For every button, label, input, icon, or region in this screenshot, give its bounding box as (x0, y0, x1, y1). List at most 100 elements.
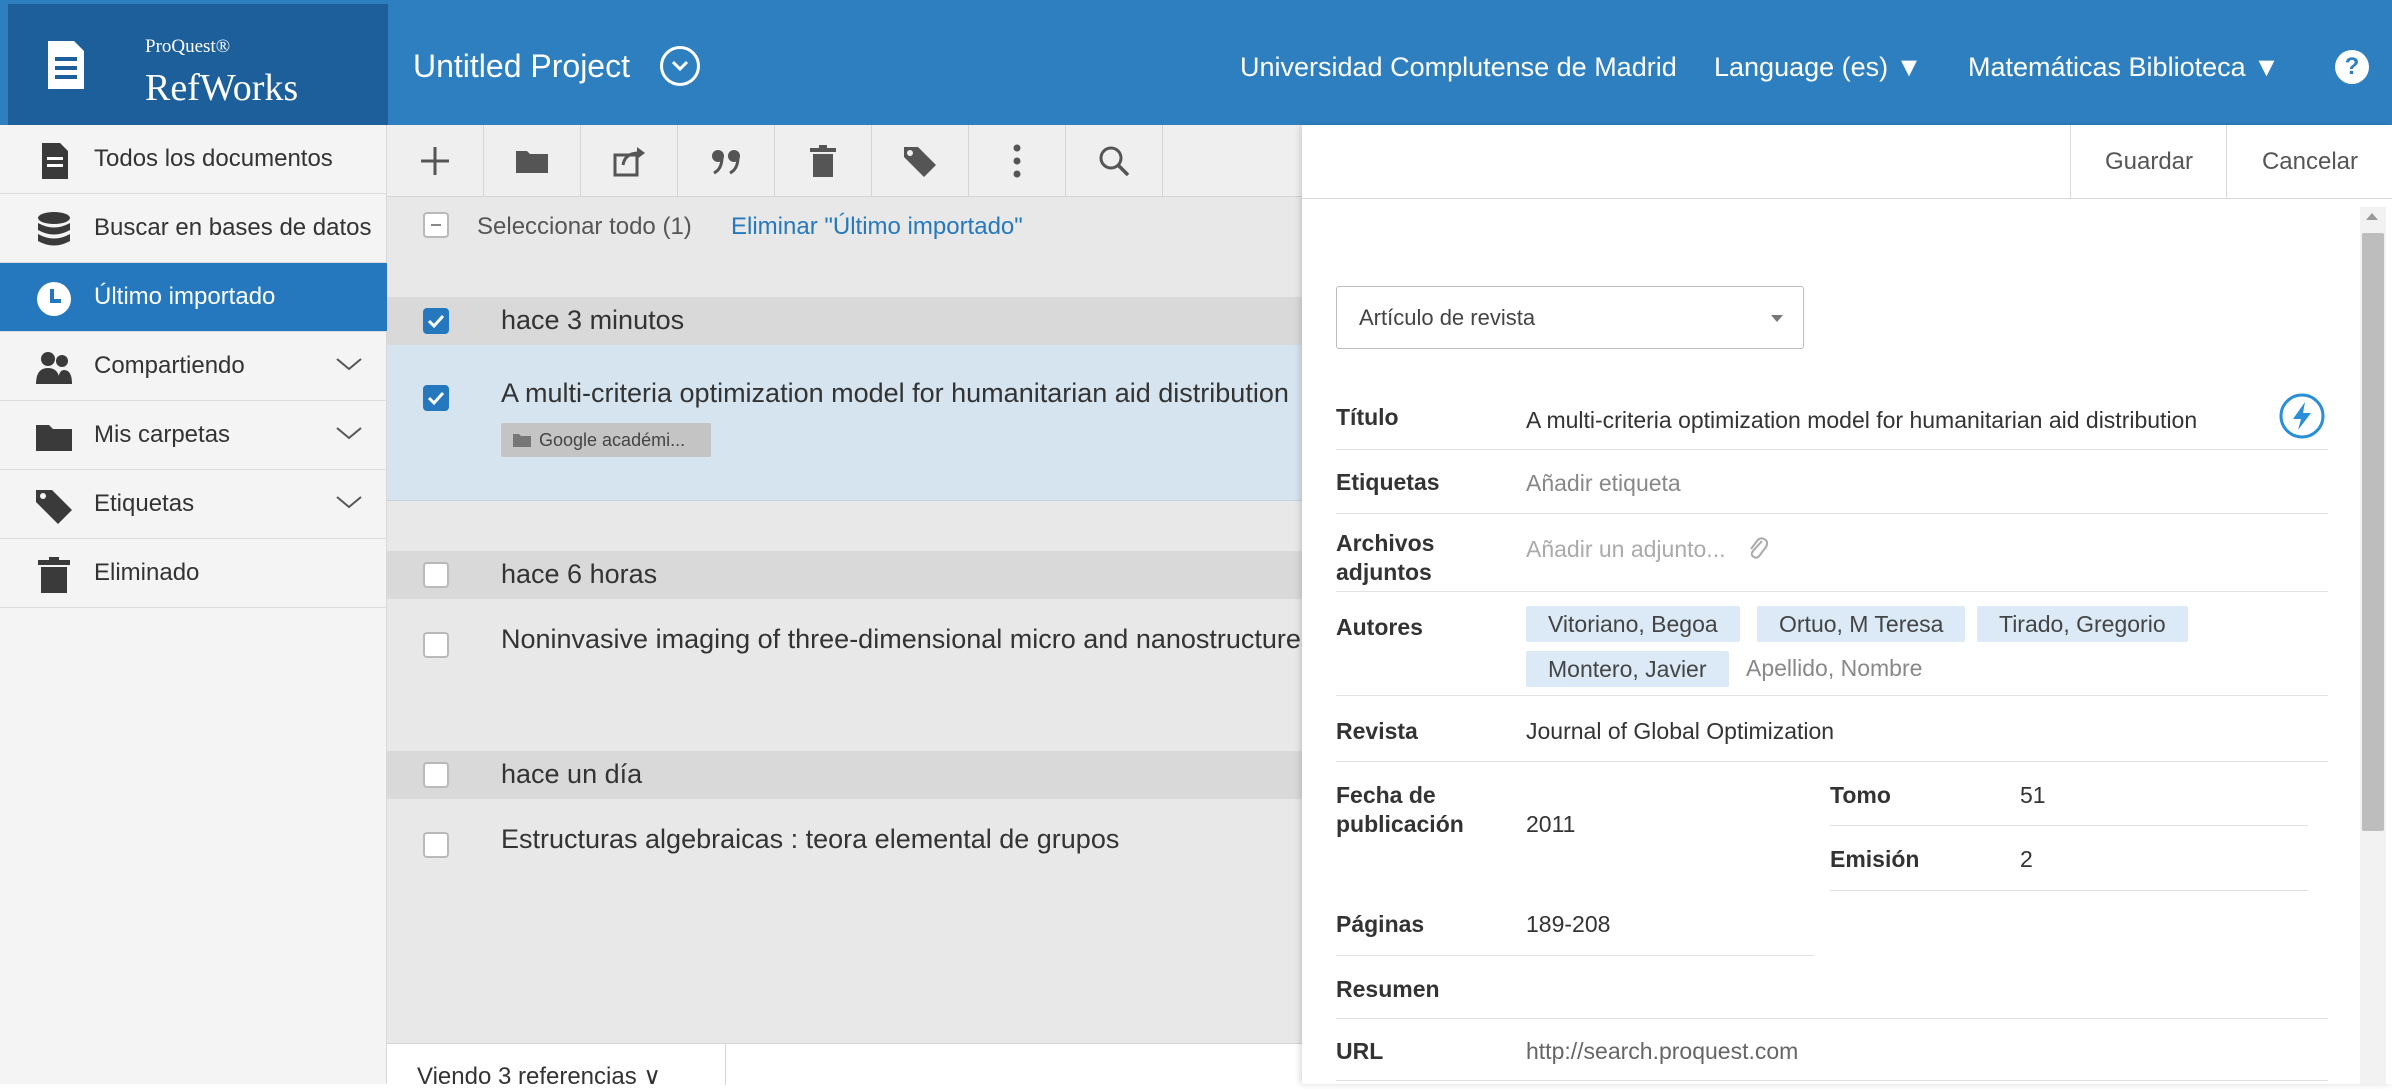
tag-icon (36, 490, 72, 524)
volume-field[interactable]: 51 (2020, 782, 2046, 809)
author-chip[interactable]: Ortuo, M Teresa (1757, 606, 1966, 642)
reference-type-select[interactable]: Artículo de revista (1336, 286, 1804, 349)
divider (1830, 825, 2308, 826)
quote-icon (712, 150, 740, 175)
select-all-label[interactable]: Seleccionar todo (1) (477, 213, 692, 241)
cancel-button[interactable]: Cancelar (2226, 125, 2392, 198)
group-header: hace 6 horas (387, 551, 1302, 599)
title-label: Título (1336, 404, 1399, 430)
author-input[interactable]: Apellido, Nombre (1746, 655, 1922, 682)
url-label: URL (1336, 1038, 1384, 1064)
lightning-icon[interactable] (2279, 393, 2325, 439)
divider (1336, 449, 2328, 450)
item-checkbox[interactable] (423, 632, 449, 658)
top-bar: ProQuest® RefWorks Untitled Project Univ… (0, 0, 2392, 125)
item-checkbox[interactable] (423, 385, 449, 411)
abstract-label: Resumen (1336, 976, 1440, 1002)
attachments-label: Archivos adjuntos (1336, 530, 1435, 585)
project-title[interactable]: Untitled Project (413, 48, 630, 85)
divider (1336, 591, 2328, 592)
app-logo[interactable]: ProQuest® RefWorks (8, 4, 388, 125)
group-checkbox[interactable] (423, 562, 449, 588)
paperclip-icon[interactable] (1746, 535, 1768, 561)
more-button[interactable] (969, 125, 1066, 196)
folder-button[interactable] (484, 125, 581, 196)
tags-label: Etiquetas (1336, 469, 1440, 495)
sidebar-item-tags[interactable]: Etiquetas (0, 470, 387, 539)
select-all-row: Seleccionar todo (1) Eliminar "Último im… (387, 196, 1302, 251)
dropdown-arrow-icon (1771, 315, 1783, 322)
cite-button[interactable] (678, 125, 775, 196)
list-item[interactable]: Noninvasive imaging of three-dimensional… (387, 599, 1302, 679)
pubdate-label: Fecha de publicación (1336, 782, 1464, 837)
tags-input[interactable]: Añadir etiqueta (1526, 470, 1681, 497)
reference-title[interactable]: Noninvasive imaging of three-dimensional… (501, 624, 1302, 655)
sidebar-item-sharing[interactable]: Compartiendo (0, 332, 387, 401)
sidebar-item-deleted[interactable]: Eliminado (0, 539, 387, 608)
reference-list: Seleccionar todo (1) Eliminar "Último im… (387, 125, 1302, 1090)
tag-button[interactable] (872, 125, 969, 196)
reference-title[interactable]: Estructuras algebraicas : teora elementa… (501, 824, 1119, 855)
university-name[interactable]: Universidad Complutense de Madrid (1240, 52, 1677, 83)
select-all-checkbox[interactable] (423, 212, 449, 238)
library-menu[interactable]: Matemáticas Biblioteca ▼ (1968, 52, 2280, 83)
clock-icon (37, 282, 71, 316)
title-field[interactable]: A multi-criteria optimization model for … (1526, 407, 2197, 434)
reference-type-value: Artículo de revista (1359, 305, 1536, 330)
attachments-input[interactable]: Añadir un adjunto... (1526, 536, 1725, 563)
chevron-down-icon[interactable] (334, 421, 364, 445)
sidebar-item-label: Último importado (94, 283, 276, 310)
author-chip[interactable]: Tirado, Gregorio (1977, 606, 2188, 642)
share-button[interactable] (581, 125, 678, 196)
sidebar-item-search-databases[interactable]: Buscar en bases de datos (0, 194, 387, 263)
scroll-up-arrow-icon[interactable] (2366, 213, 2378, 220)
journal-field[interactable]: Journal of Global Optimization (1526, 718, 1834, 745)
issue-field[interactable]: 2 (2020, 846, 2033, 873)
search-button[interactable] (1066, 125, 1163, 196)
folder-icon (513, 434, 531, 447)
sidebar-item-my-folders[interactable]: Mis carpetas (0, 401, 387, 470)
divider (1336, 1080, 2328, 1081)
sidebar: Todos los documentos Buscar en bases de … (0, 125, 387, 1084)
sidebar-item-last-imported[interactable]: Último importado (0, 263, 387, 332)
group-checkbox[interactable] (423, 762, 449, 788)
group-date: hace 3 minutos (501, 305, 685, 335)
save-button[interactable]: Guardar (2070, 125, 2227, 198)
source-label: Google académi... (539, 430, 686, 450)
pages-label: Páginas (1336, 911, 1425, 937)
chevron-down-icon[interactable] (334, 490, 364, 514)
list-item[interactable]: A multi-criteria optimization model for … (387, 345, 1302, 501)
divider (1336, 695, 2328, 696)
scrollbar-thumb[interactable] (2362, 233, 2384, 831)
sidebar-item-label: Eliminado (94, 559, 200, 586)
journal-label: Revista (1336, 718, 1418, 744)
chevron-down-icon[interactable] (660, 46, 700, 86)
language-menu[interactable]: Language (es) ▼ (1714, 52, 1922, 83)
reference-title[interactable]: A multi-criteria optimization model for … (501, 378, 1289, 409)
search-icon (1099, 146, 1130, 177)
group-checkbox[interactable] (423, 308, 449, 334)
document-icon (48, 41, 84, 89)
pubdate-field[interactable]: 2011 (1526, 811, 1575, 838)
sidebar-item-label: Buscar en bases de datos (94, 214, 372, 241)
results-footer: Viendo 3 referencias ∨ (387, 1043, 1302, 1090)
add-button[interactable] (387, 125, 484, 196)
url-field[interactable]: http://search.proquest.com (1526, 1038, 1798, 1065)
remove-last-imported-link[interactable]: Eliminar "Último importado" (731, 213, 1023, 241)
author-chip[interactable]: Montero, Javier (1526, 651, 1729, 687)
trash-icon (810, 145, 836, 177)
author-chip[interactable]: Vitoriano, Begoa (1526, 606, 1740, 642)
chevron-down-icon[interactable] (334, 352, 364, 376)
panel-actions: Guardar Cancelar (1302, 125, 2392, 199)
help-icon[interactable]: ? (2335, 50, 2369, 84)
results-count[interactable]: Viendo 3 referencias ∨ (417, 1062, 661, 1091)
sidebar-item-all-documents[interactable]: Todos los documentos (0, 125, 387, 194)
delete-button[interactable] (775, 125, 872, 196)
item-checkbox[interactable] (423, 832, 449, 858)
divider (725, 1044, 726, 1085)
sidebar-item-label: Todos los documentos (94, 145, 333, 172)
divider (1830, 890, 2308, 891)
list-item[interactable]: Estructuras algebraicas : teora elementa… (387, 799, 1302, 879)
source-badge: Google académi... (501, 423, 711, 457)
pages-field[interactable]: 189-208 (1526, 911, 1610, 938)
